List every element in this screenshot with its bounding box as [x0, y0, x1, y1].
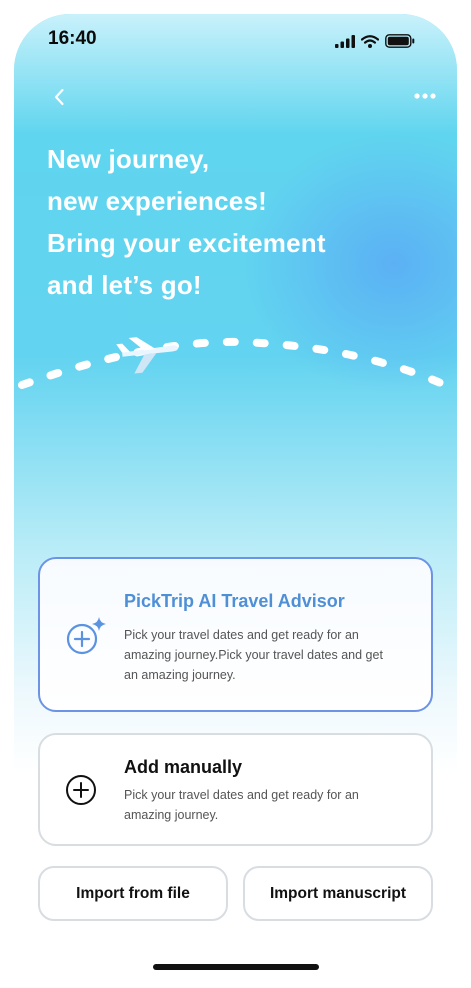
add-sparkle-icon: [66, 617, 106, 655]
home-indicator: [153, 964, 319, 970]
hero-line: New journey,: [47, 144, 210, 174]
hero-headline: New journey, new experiences! Bring your…: [47, 138, 427, 306]
add-manually-card[interactable]: Add manually Pick your travel dates and …: [38, 733, 433, 846]
add-manually-title: Add manually: [124, 757, 243, 777]
more-button[interactable]: [411, 86, 439, 106]
ai-advisor-description: Pick your travel dates and get ready for…: [124, 628, 383, 682]
add-circle-icon: [66, 775, 96, 805]
hero-line: and let’s go!: [47, 270, 202, 300]
cellular-signal-icon: [335, 34, 355, 48]
more-horizontal-icon: [414, 93, 436, 99]
add-manually-description: Pick your travel dates and get ready for…: [124, 788, 359, 822]
chevron-left-icon: [54, 88, 64, 106]
flight-path-illustration: [18, 337, 456, 392]
ai-travel-advisor-card[interactable]: PickTrip AI Travel Advisor Pick your tra…: [38, 557, 433, 712]
status-icons: [335, 34, 415, 48]
hero-line: Bring your excitement: [47, 228, 326, 258]
ai-advisor-title: PickTrip AI Travel Advisor: [124, 591, 345, 611]
airplane-icon: [116, 337, 178, 374]
import-from-file-button[interactable]: Import from file: [38, 866, 228, 921]
battery-icon: [385, 34, 415, 48]
hero-line: new experiences!: [47, 186, 267, 216]
import-manuscript-button[interactable]: Import manuscript: [243, 866, 433, 921]
wifi-icon: [361, 34, 379, 48]
status-time: 16:40: [48, 28, 97, 49]
back-button[interactable]: [46, 84, 72, 110]
